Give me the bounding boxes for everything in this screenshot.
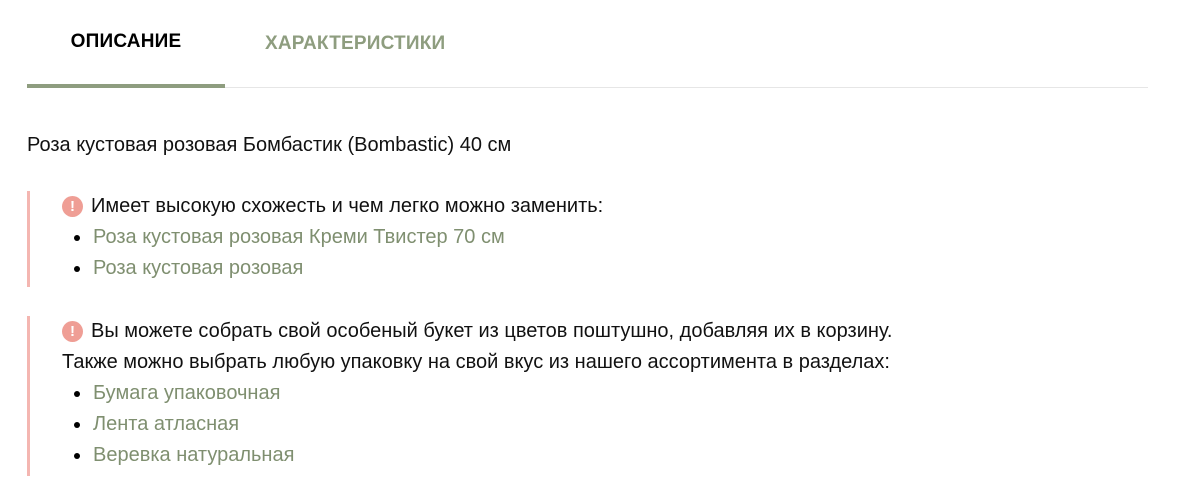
similar-links-list: Роза кустовая розовая Креми Твистер 70 с… [62,222,1027,284]
list-item: Бумага упаковочная [62,378,1027,409]
tab-characteristics[interactable]: ХАРАКТЕРИСТИКИ [239,0,489,88]
note-bouquet-text-2: Также можно выбрать любую упаковку на св… [62,351,890,373]
bullet [74,422,80,428]
tab-description[interactable]: ОПИСАНИЕ [27,0,225,88]
note-similar-text: Имеет высокую схожесть и чем легко можно… [91,195,604,217]
bullet [74,266,80,272]
product-tabs: ОПИСАНИЕ ХАРАКТЕРИСТИКИ [27,0,1148,88]
bullet [74,453,80,459]
similar-link-pink-spray-rose[interactable]: Роза кустовая розовая [93,257,303,279]
bullet [74,391,80,397]
product-title: Роза кустовая розовая Бомбастик (Bombast… [27,134,512,156]
note-bouquet-text: Вы можете собрать свой особеный букет из… [91,320,893,342]
link-wrapping-paper[interactable]: Бумага упаковочная [93,382,280,404]
exclamation-circle-icon: ! [62,196,83,217]
packaging-links-list: Бумага упаковочная Лента атласная Веревк… [62,378,1027,471]
list-item: Веревка натуральная [62,440,1027,471]
exclamation-circle-icon: ! [62,321,83,342]
link-satin-ribbon[interactable]: Лента атласная [93,413,239,435]
list-item: Роза кустовая розовая Креми Твистер 70 с… [62,222,1027,253]
note-similar-heading: ! Имеет высокую схожесть и чем легко мож… [62,191,1027,222]
list-item: Лента атласная [62,409,1027,440]
bullet [74,235,80,241]
similar-link-kremi-twister[interactable]: Роза кустовая розовая Креми Твистер 70 с… [93,226,505,248]
note-bouquet-heading: ! Вы можете собрать свой особеный букет … [62,316,1027,347]
note-similar: ! Имеет высокую схожесть и чем легко мож… [27,191,1027,287]
link-natural-rope[interactable]: Веревка натуральная [93,444,294,466]
note-bouquet: ! Вы можете собрать свой особеный букет … [27,316,1027,476]
list-item: Роза кустовая розовая [62,253,1027,284]
